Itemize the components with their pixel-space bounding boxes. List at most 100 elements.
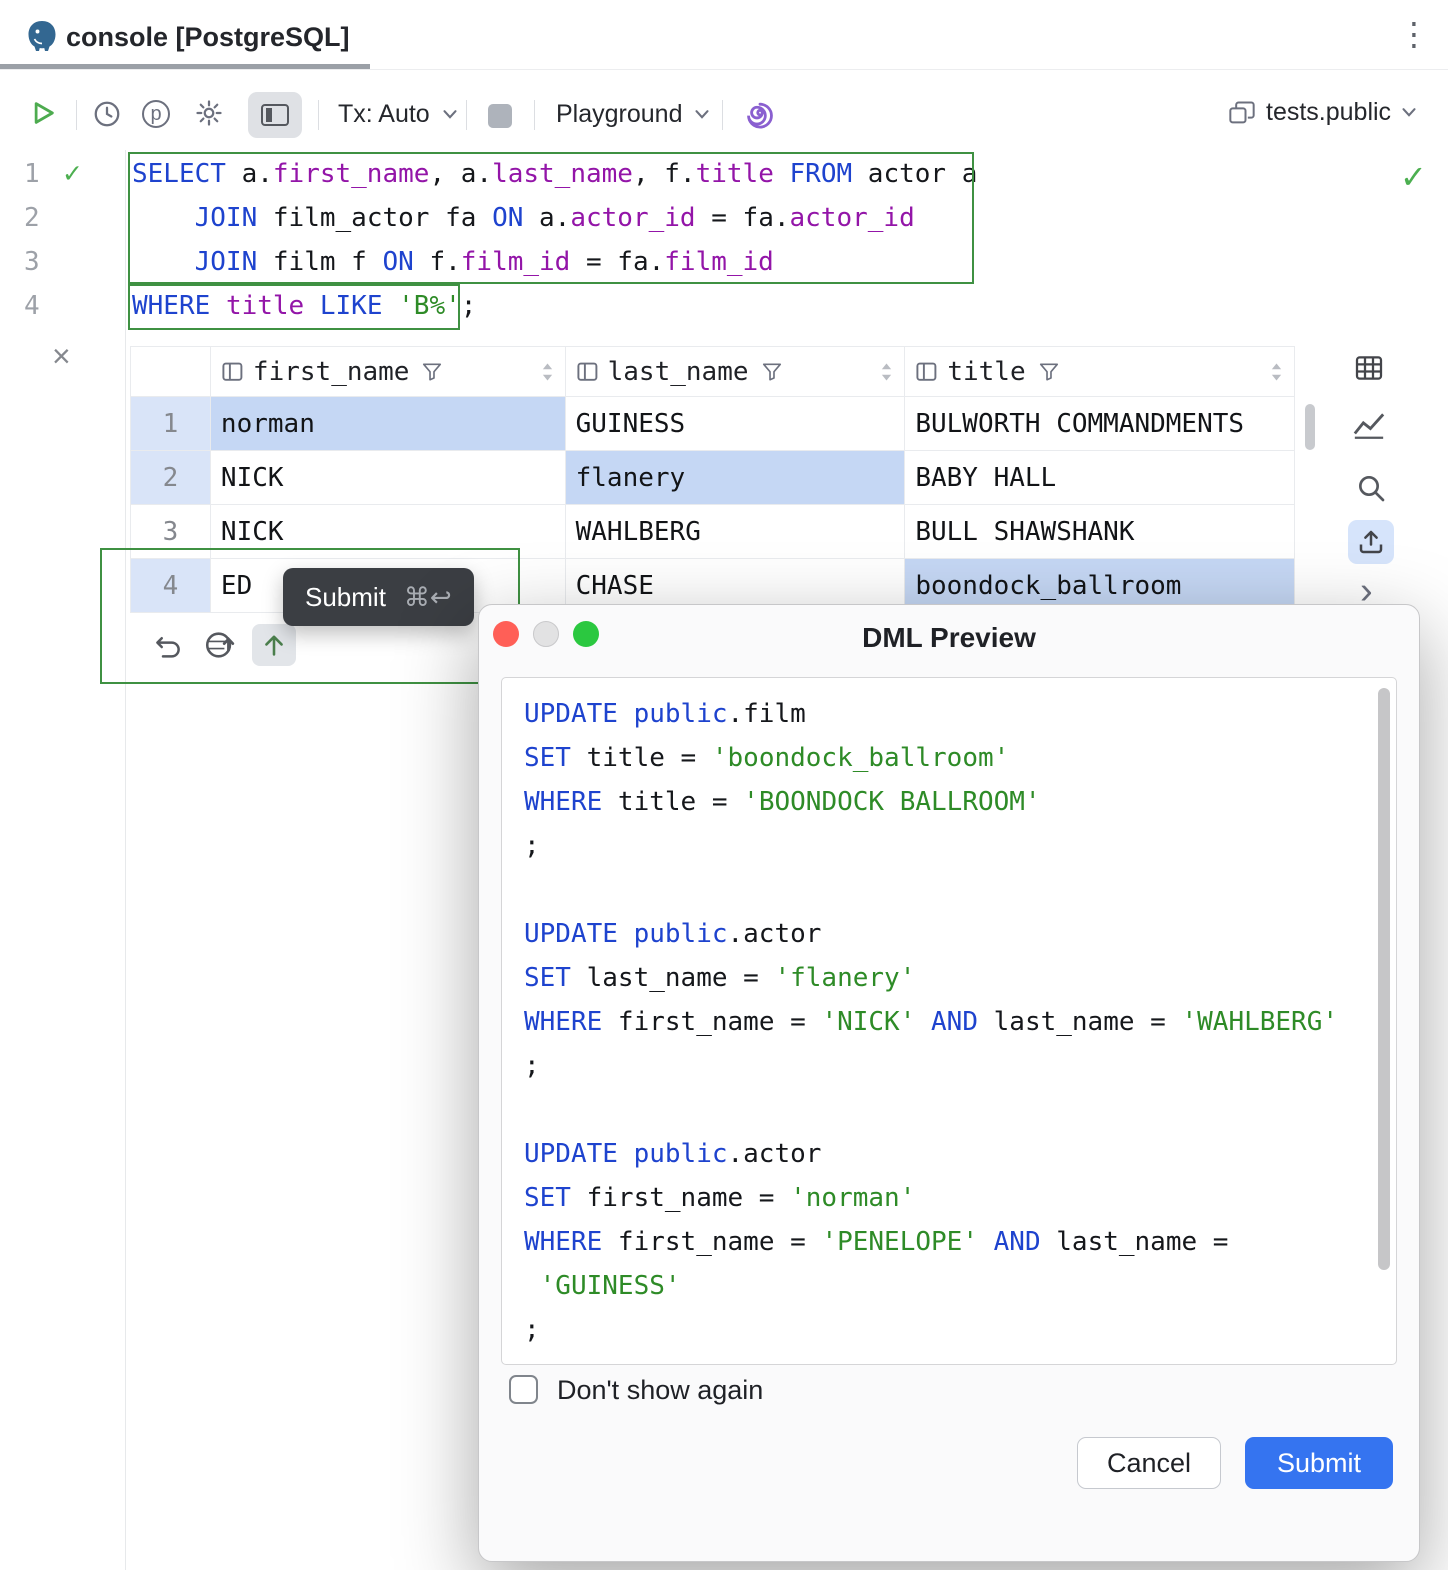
line-number: 1	[24, 159, 46, 189]
table-cell[interactable]: BABY HALL	[905, 451, 1295, 505]
tx-mode-label: Tx: Auto	[338, 100, 430, 129]
revert-changes-button[interactable]	[152, 632, 184, 662]
editor-code-line[interactable]: WHERE title LIKE 'B%';	[132, 284, 977, 328]
sort-icon[interactable]	[1269, 361, 1284, 383]
submit-to-database-button[interactable]	[202, 628, 238, 662]
column-header-first_name[interactable]: first_name	[211, 347, 566, 397]
more-menu-icon[interactable]: ⋮	[1398, 18, 1430, 50]
dont-show-again-checkbox[interactable]	[509, 1375, 538, 1404]
dml-code-line: WHERE first_name = 'NICK' AND last_name …	[524, 1000, 1396, 1044]
close-results-icon[interactable]: ×	[52, 340, 71, 372]
chart-view-button[interactable]	[1352, 410, 1386, 440]
history-button[interactable]	[92, 99, 122, 129]
row-number-cell[interactable]: 3	[131, 505, 211, 559]
search-icon[interactable]	[1355, 472, 1387, 504]
in-editor-results-toggle[interactable]	[248, 92, 302, 138]
dml-code-line	[524, 1088, 1396, 1132]
dml-code-line: UPDATE public.actor	[524, 912, 1396, 956]
cancel-button[interactable]: Cancel	[1077, 1437, 1221, 1489]
row-number-cell[interactable]: 2	[131, 451, 211, 505]
separator	[466, 100, 467, 130]
column-header-last_name[interactable]: last_name	[566, 347, 906, 397]
window-title: console [PostgreSQL]	[66, 22, 350, 53]
gutter-divider	[125, 150, 126, 1570]
dml-code-line: SET first_name = 'norman'	[524, 1176, 1396, 1220]
filter-icon[interactable]	[761, 362, 783, 382]
chevron-down-icon	[694, 109, 710, 120]
query-success-check-icon: ✓	[1400, 158, 1427, 196]
dml-code-line: ;	[524, 1308, 1396, 1352]
editor-code-line[interactable]: JOIN film_actor fa ON a.actor_id = fa.ac…	[132, 196, 977, 240]
schema-selector[interactable]: tests.public	[1228, 98, 1417, 127]
table-cell[interactable]: NICK	[211, 451, 566, 505]
dialog-scrollbar[interactable]	[1378, 688, 1390, 1270]
column-name: first_name	[253, 357, 410, 387]
column-header-title[interactable]: title	[905, 347, 1295, 397]
filter-icon[interactable]	[421, 362, 443, 382]
upload-dml-button[interactable]	[252, 624, 296, 666]
titlebar: console [PostgreSQL] ⋮	[0, 0, 1448, 70]
stop-button[interactable]	[488, 104, 512, 128]
submit-dml-button[interactable]	[1348, 520, 1394, 564]
column-icon	[576, 361, 600, 383]
gutter-line: 3	[0, 240, 125, 284]
line-number: 2	[24, 203, 46, 233]
dml-code-line: UPDATE public.film	[524, 692, 1396, 736]
column-icon	[221, 361, 245, 383]
table-row: 3NICKWAHLBERGBULL SHAWSHANK	[131, 505, 1295, 559]
dml-code-line: ;	[524, 1044, 1396, 1088]
table-row: 1normanGUINESSBULWORTH COMMANDMENTS	[131, 397, 1295, 451]
table-row: 2NICKflaneryBABY HALL	[131, 451, 1295, 505]
editor-code: SELECT a.first_name, a.last_name, f.titl…	[132, 152, 977, 328]
dml-preview-dialog: DML Preview UPDATE public.filmSET title …	[478, 604, 1420, 1562]
layout-icon	[261, 104, 289, 126]
tooltip-shortcut: ⌘↩	[404, 582, 452, 613]
table-cell[interactable]: BULWORTH COMMANDMENTS	[905, 397, 1295, 451]
grid-view-button[interactable]	[1352, 352, 1386, 384]
editor-code-line[interactable]: JOIN film f ON f.film_id = fa.film_id	[132, 240, 977, 284]
table-cell[interactable]: GUINESS	[566, 397, 906, 451]
parameters-button[interactable]: p	[142, 100, 170, 128]
arrow-up-icon	[260, 631, 288, 659]
row-number-header	[131, 347, 211, 397]
dml-code-line: SET last_name = 'flanery'	[524, 956, 1396, 1000]
editor-code-line[interactable]: SELECT a.first_name, a.last_name, f.titl…	[132, 152, 977, 196]
dml-code-line: 'GUINESS'	[524, 1264, 1396, 1308]
tooltip-label: Submit	[305, 582, 386, 613]
chevron-down-icon	[442, 109, 458, 120]
table-cell[interactable]: norman	[211, 397, 566, 451]
row-number-cell[interactable]: 1	[131, 397, 211, 451]
postgresql-icon	[24, 18, 60, 54]
separator	[318, 100, 319, 130]
row-number-cell[interactable]: 4	[131, 559, 211, 613]
submit-button[interactable]: Submit	[1245, 1437, 1393, 1489]
app-window: console [PostgreSQL] ⋮ p Tx: Auto Playgr…	[0, 0, 1448, 1570]
dont-show-again-label: Don't show again	[557, 1375, 763, 1406]
dml-code-line: WHERE first_name = 'PENELOPE' AND last_n…	[524, 1220, 1396, 1264]
titlebar-divider	[0, 69, 1448, 70]
dml-code-line: WHERE title = 'BOONDOCK BALLROOM'	[524, 780, 1396, 824]
run-button[interactable]	[28, 98, 58, 128]
table-scrollbar[interactable]	[1305, 404, 1315, 450]
sort-icon[interactable]	[879, 361, 894, 383]
table-cell[interactable]: BULL SHAWSHANK	[905, 505, 1295, 559]
dml-code-line: ;	[524, 824, 1396, 868]
sql-editor[interactable]: 1✓234 SELECT a.first_name, a.last_name, …	[0, 150, 1448, 340]
gutter-line: 1✓	[0, 152, 125, 196]
filter-icon[interactable]	[1038, 362, 1060, 382]
settings-button[interactable]	[194, 98, 224, 128]
dml-code-line: UPDATE public.actor	[524, 1132, 1396, 1176]
schema-icon	[1228, 100, 1256, 126]
sort-icon[interactable]	[540, 361, 555, 383]
table-cell[interactable]: NICK	[211, 505, 566, 559]
tx-mode-dropdown[interactable]: Tx: Auto	[338, 100, 458, 129]
chevron-down-icon	[1401, 107, 1417, 118]
table-header-row: first_name last_nametitle	[131, 347, 1295, 397]
editor-gutter: 1✓ 2 34	[0, 152, 125, 328]
table-cell[interactable]: WAHLBERG	[566, 505, 906, 559]
playground-dropdown[interactable]: Playground	[556, 100, 710, 129]
table-cell[interactable]: flanery	[566, 451, 906, 505]
sessions-icon[interactable]	[744, 97, 776, 129]
toolbar: p Tx: Auto Playground tests.public	[0, 84, 1448, 146]
gutter-line: 4	[0, 284, 125, 328]
